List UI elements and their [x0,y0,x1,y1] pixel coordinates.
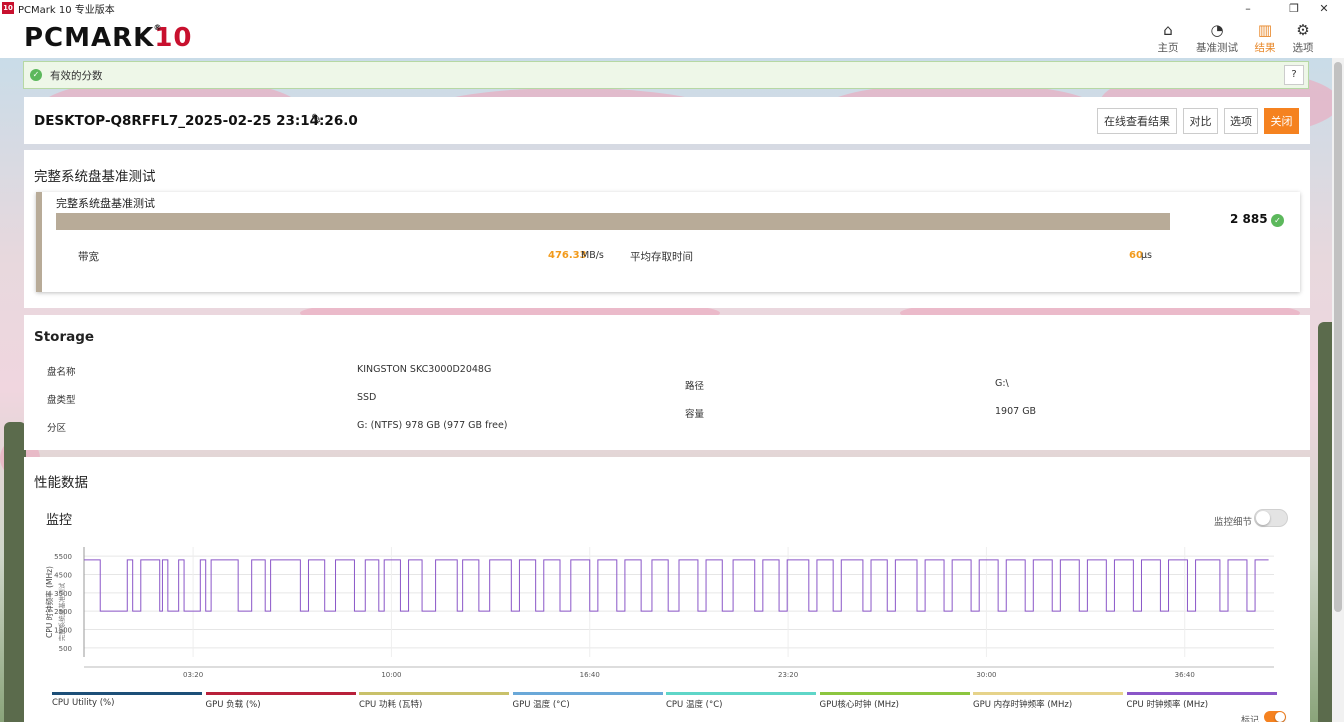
home-icon: ⌂ [1163,21,1173,39]
storage-panel: Storage 盘名称 KINGSTON SKC3000D2048G 盘类型 S… [24,315,1310,450]
drive-name-label: 盘名称 [47,367,76,378]
legend-item[interactable]: GPU核心时钟 (MHz) [819,692,970,712]
path-label: 路径 [685,381,705,392]
x-tick-label: 23:20 [778,671,798,679]
close-result-button[interactable]: 关闭 [1264,108,1299,134]
legend-color-bar [1126,692,1277,695]
monitor-detail-toggle[interactable] [1254,509,1288,527]
legend-item[interactable]: GPU 内存时钟频率 (MHz) [973,692,1123,712]
series-line [84,559,1269,612]
legend-color-bar [973,692,1123,695]
y-axis-secondary-label: 完整系统盘基准测试 [57,582,66,641]
capacity-label: 容量 [685,409,705,420]
partition-value: G: (NTFS) 978 GB (977 GB free) [357,420,508,431]
partition-label: 分区 [47,423,67,434]
benchmark-panel: 完整系统盘基准测试 完整系统盘基准测试 2 885 ✓ 带宽 476.33 MB… [24,150,1310,308]
options-button[interactable]: 选项 [1224,108,1258,134]
title-bar: 10 PCMark 10 专业版本 – ❐ ✕ [0,0,1344,16]
minimize-button[interactable]: – [1228,0,1268,16]
notice-text: 有效的分数 [50,69,103,82]
scrollbar-thumb[interactable] [1334,62,1342,612]
result-title: DESKTOP-Q8RFFL7_2025-02-25 23:14:26.0 [34,113,358,129]
y-tick-label: 5500 [54,553,72,561]
legend-color-bar [666,692,816,695]
app-icon: 10 [2,2,14,14]
monitor-title: 监控 [46,513,73,528]
x-tick-label: 03:20 [183,671,203,679]
result-header-panel: DESKTOP-Q8RFFL7_2025-02-25 23:14:26.0 ✎ … [24,97,1310,144]
gear-icon: ⚙ [1296,21,1310,39]
capacity-value: 1907 GB [995,406,1037,417]
legend-label: GPU 温度 (°C) [512,700,570,710]
legend-label: GPU 内存时钟频率 (MHz) [973,700,1073,710]
benchmark-score: 2 885 [1230,212,1268,226]
bar-chart-icon: ▥ [1257,21,1273,39]
x-tick-label: 30:00 [976,671,996,679]
close-window-button[interactable]: ✕ [1304,0,1344,16]
nav-benchmarks[interactable]: ◔ 基准测试 [1193,20,1241,55]
legend-item[interactable]: CPU Utility (%) [52,692,202,712]
legend-label: CPU 时钟频率 (MHz) [1126,700,1209,710]
mark-toggle[interactable] [1264,711,1286,722]
check-circle-icon: ✓ [30,69,42,81]
vertical-scrollbar[interactable] [1332,58,1344,722]
monitor-detail-label: 监控细节 [1214,517,1253,528]
nav-options-label: 选项 [1292,42,1314,54]
nav-benchmarks-label: 基准测试 [1196,42,1238,54]
nav-results-label: 结果 [1254,42,1276,54]
latency-unit: μs [1141,250,1152,261]
y-axis-label: CPU 时钟频率 (MHz) [44,566,54,638]
bandwidth-label: 带宽 [78,251,99,263]
y-tick-label: 500 [59,645,72,653]
performance-section-title: 性能数据 [34,475,88,491]
x-tick-label: 16:40 [580,671,600,679]
nav-home-label: 主页 [1157,42,1179,54]
legend-color-bar [52,692,202,695]
path-value: G:\ [995,378,1009,389]
legend-color-bar [205,692,356,695]
legend-label: GPU核心时钟 (MHz) [819,700,899,710]
benchmark-section-title: 完整系统盘基准测试 [34,169,156,185]
performance-panel: 性能数据 监控 监控细节 500 1500 2500 3500 4500 5500 03:2… [24,457,1310,722]
drive-name-value: KINGSTON SKC3000D2048G [357,364,492,375]
legend-color-bar [512,692,663,695]
benchmark-card[interactable]: 完整系统盘基准测试 2 885 ✓ 带宽 476.33 MB/s 平均存取时间 … [36,192,1300,292]
score-valid-icon: ✓ [1271,214,1284,227]
storage-section-title: Storage [34,329,95,345]
edit-title-icon[interactable]: ✎ [311,112,322,127]
valid-score-notice: ✓ 有效的分数 ? [23,61,1309,89]
x-tick-label: 10:00 [381,671,401,679]
legend-item[interactable]: CPU 功耗 (瓦特) [359,692,509,712]
nav-home[interactable]: ⌂ 主页 [1148,20,1188,55]
legend-item[interactable]: CPU 温度 (°C) [666,692,816,712]
latency-label: 平均存取时间 [630,251,693,263]
window-title: PCMark 10 专业版本 [18,4,115,16]
legend-label: CPU 功耗 (瓦特) [359,700,423,710]
compare-button[interactable]: 对比 [1183,108,1218,134]
nav-options[interactable]: ⚙ 选项 [1283,20,1323,55]
legend-color-bar [819,692,970,695]
mark-label: 标记 [1241,716,1260,722]
legend-color-bar [359,692,509,695]
x-tick-label: 36:40 [1175,671,1195,679]
drive-type-label: 盘类型 [47,395,76,406]
pcmark-logo: PCMARK10 ® [24,23,193,53]
bandwidth-unit: MB/s [581,250,604,261]
legend-item[interactable]: GPU 温度 (°C) [512,692,663,712]
cpu-clock-chart: 5001500250035004500550003:20 10:00 16:40 23… [44,547,1274,679]
legend-item[interactable]: CPU 时钟频率 (MHz) [1126,692,1277,712]
score-bar [56,213,1170,230]
legend-label: GPU 负载 (%) [205,700,261,710]
app-header: PCMARK10 ® ⌂ 主页 ◔ 基准测试 ▥ 结果 ⚙ 选项 [0,16,1344,58]
legend-item[interactable]: GPU 负载 (%) [205,692,356,712]
nav-results[interactable]: ▥ 结果 [1245,20,1285,55]
drive-type-value: SSD [357,392,377,403]
view-online-button[interactable]: 在线查看结果 [1097,108,1177,134]
legend-label: CPU 温度 (°C) [666,700,723,710]
help-button[interactable]: ? [1284,65,1304,85]
benchmark-card-title: 完整系统盘基准测试 [56,197,155,210]
legend-label: CPU Utility (%) [52,698,115,708]
gauge-icon: ◔ [1210,21,1224,39]
y-tick-label: 4500 [54,572,72,580]
